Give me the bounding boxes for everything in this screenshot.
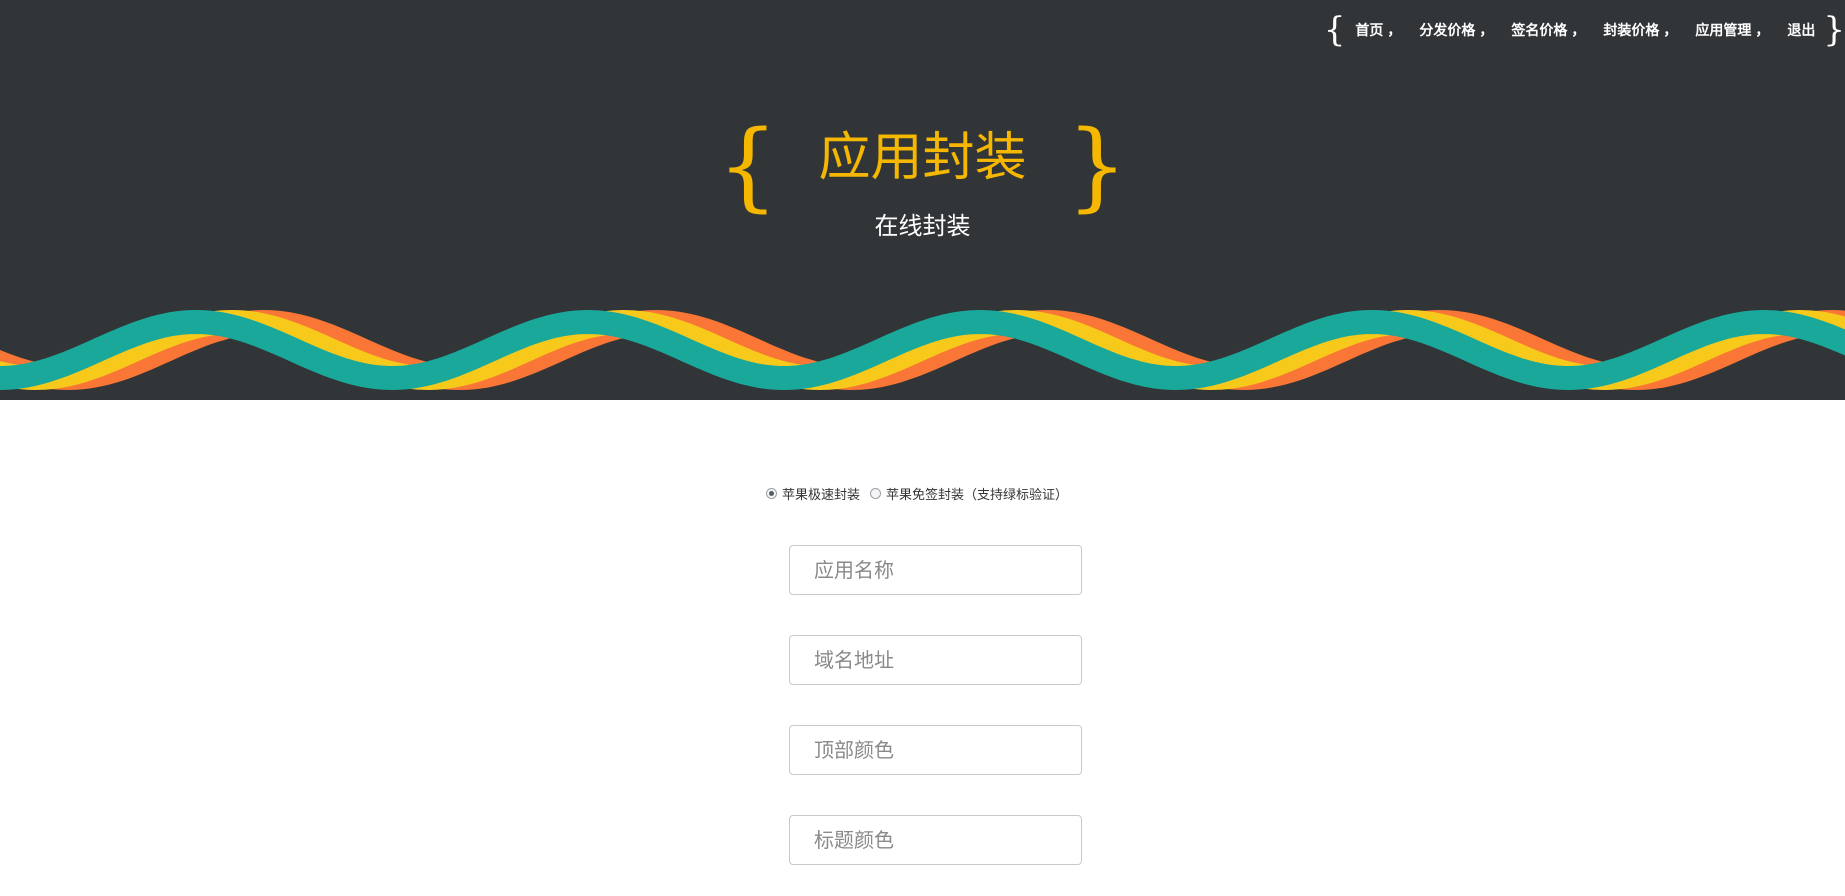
nav-item-label: 应用管理 bbox=[1695, 23, 1752, 39]
nav-item-home[interactable]: 首页 ， bbox=[1355, 20, 1419, 40]
nav-separator: ， bbox=[1663, 23, 1678, 39]
hero-close-brace: } bbox=[1066, 110, 1128, 222]
domain-address-input[interactable] bbox=[789, 635, 1082, 685]
hero: { 应用封装 } 在线封装 bbox=[0, 118, 1845, 240]
option-signature-free-packaging[interactable]: 苹果免签封装（支持绿标验证） bbox=[870, 484, 1068, 503]
radio-button-unchecked[interactable] bbox=[870, 488, 882, 499]
page-subtitle: 在线封装 bbox=[874, 212, 971, 240]
nav-item-packaging-price[interactable]: 封装价格 ， bbox=[1603, 20, 1695, 40]
nav-item-distribution-price[interactable]: 分发价格 ， bbox=[1419, 20, 1511, 40]
title-color-input[interactable] bbox=[789, 815, 1082, 865]
top-color-input[interactable] bbox=[789, 725, 1082, 775]
nav-item-label: 签名价格 bbox=[1511, 23, 1568, 39]
option-label: 苹果极速封装 bbox=[782, 488, 861, 503]
nav-item-app-management[interactable]: 应用管理 ， bbox=[1695, 20, 1787, 40]
nav-item-logout[interactable]: 退出 bbox=[1787, 20, 1815, 40]
nav-close-brace: } bbox=[1823, 10, 1845, 50]
nav-separator: ， bbox=[1755, 23, 1770, 39]
nav-separator: ， bbox=[1571, 23, 1586, 39]
page-title: 应用封装 bbox=[818, 128, 1027, 188]
nav-item-label: 退出 bbox=[1787, 23, 1816, 39]
nav-open-brace: { bbox=[1323, 10, 1346, 50]
option-label: 苹果免签封装（支持绿标验证） bbox=[886, 488, 1069, 503]
hero-title-row: { 应用封装 } bbox=[717, 118, 1127, 214]
nav-separator: ， bbox=[1479, 23, 1494, 39]
page: { 首页 ， 分发价格 ， 签名价格 ， 封装价格 ， 应用管理 ， 退出 } … bbox=[0, 0, 1845, 896]
packaging-type-options: 苹果极速封装 苹果免签封装（支持绿标验证） bbox=[766, 484, 1078, 503]
nav-item-label: 首页 bbox=[1355, 23, 1384, 39]
nav-item-label: 封装价格 bbox=[1603, 23, 1660, 39]
nav-item-signing-price[interactable]: 签名价格 ， bbox=[1511, 20, 1603, 40]
nav-separator: ， bbox=[1387, 23, 1402, 39]
radio-button-checked[interactable] bbox=[766, 488, 777, 499]
option-fast-packaging[interactable]: 苹果极速封装 bbox=[766, 484, 860, 503]
nav-item-label: 分发价格 bbox=[1419, 23, 1476, 39]
hero-open-brace: { bbox=[717, 110, 779, 222]
top-navigation: { 首页 ， 分发价格 ， 签名价格 ， 封装价格 ， 应用管理 ， 退出 } bbox=[1324, 12, 1845, 48]
app-name-input[interactable] bbox=[789, 545, 1082, 595]
